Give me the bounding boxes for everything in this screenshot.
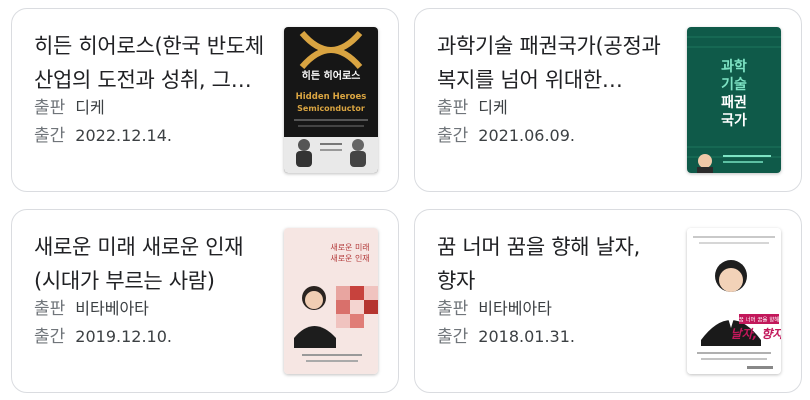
- book-publisher: 출판 디케: [437, 97, 508, 119]
- book-date: 출간 2022.12.14.: [34, 125, 172, 147]
- cover-title-4: 국가: [721, 113, 747, 129]
- book-date: 출간 2021.06.09.: [437, 125, 575, 147]
- cover-title-1: 새로운 미래: [330, 243, 369, 252]
- publisher-value: 디케: [478, 98, 508, 117]
- book-title[interactable]: 새로운 미래 새로운 인재(시대가 부르는 사람): [34, 230, 266, 298]
- date-label: 출간: [34, 327, 66, 347]
- cover-art: 꿈 너머 꿈을 향해 날자, 향자: [687, 228, 781, 374]
- cover-title: 날자, 향자: [731, 327, 781, 341]
- publisher-label: 출판: [34, 299, 66, 319]
- publisher-value: 디케: [75, 98, 105, 117]
- date-value: 2022.12.14.: [75, 126, 172, 145]
- book-publisher: 출판 비타베아타: [437, 298, 552, 320]
- cover-en-1: Hidden Heroes: [296, 92, 367, 102]
- book-publisher: 출판 비타베아타: [34, 298, 149, 320]
- cover-title-2: 새로운 인재: [330, 253, 369, 263]
- book-cover-image[interactable]: 꿈 너머 꿈을 향해 날자, 향자: [687, 228, 781, 374]
- book-card-new-future-new-talent[interactable]: 새로운 미래 새로운 인재(시대가 부르는 사람) 출판 비타베아타 출간 2019…: [11, 209, 399, 393]
- book-cover-image[interactable]: 히든 히어로스 Hidden Heroes Semiconductor: [284, 27, 378, 173]
- date-value: 2021.06.09.: [478, 126, 575, 145]
- date-label: 출간: [437, 327, 469, 347]
- date-value: 2019.12.10.: [75, 327, 172, 346]
- date-label: 출간: [437, 126, 469, 146]
- book-cover-image[interactable]: 새로운 미래 새로운 인재: [284, 228, 378, 374]
- book-publisher: 출판 디케: [34, 97, 105, 119]
- book-card-hidden-heroes[interactable]: 히든 히어로스(한국 반도체 산업의 도전과 성취, 그 위대한 여정) 출판 디…: [11, 8, 399, 192]
- cover-art: 과학 기술 패권 국가: [687, 27, 781, 173]
- book-title[interactable]: 과학기술 패권국가(공정과 복지를 넘어 위대한 대한민국으로): [437, 29, 669, 97]
- date-value: 2018.01.31.: [478, 327, 575, 346]
- book-card-fly-beyond-dream[interactable]: 꿈 너머 꿈을 향해 날자, 향자 출판 비타베아타 출간 2018.01.31. …: [414, 209, 802, 393]
- cover-title-2: 기술: [721, 77, 747, 93]
- cover-art: 히든 히어로스 Hidden Heroes Semiconductor: [284, 27, 378, 173]
- publisher-value: 비타베아타: [75, 299, 149, 318]
- cover-title-1: 과학: [721, 59, 747, 75]
- publisher-label: 출판: [437, 98, 469, 118]
- book-date: 출간 2019.12.10.: [34, 326, 172, 348]
- date-label: 출간: [34, 126, 66, 146]
- publisher-value: 비타베아타: [478, 299, 552, 318]
- cover-art: 새로운 미래 새로운 인재: [284, 228, 378, 374]
- cover-title: 히든 히어로스: [302, 69, 361, 82]
- cover-en-2: Semiconductor: [297, 104, 365, 113]
- publisher-label: 출판: [437, 299, 469, 319]
- book-date: 출간 2018.01.31.: [437, 326, 575, 348]
- book-title[interactable]: 꿈 너머 꿈을 향해 날자, 향자: [437, 230, 669, 298]
- book-title[interactable]: 히든 히어로스(한국 반도체 산업의 도전과 성취, 그 위대한 여정): [34, 29, 266, 97]
- cover-subtitle: 꿈 너머 꿈을 향해: [739, 316, 780, 324]
- publisher-label: 출판: [34, 98, 66, 118]
- cover-title-3: 패권: [721, 95, 747, 111]
- book-card-science-tech-hegemony[interactable]: 과학기술 패권국가(공정과 복지를 넘어 위대한 대한민국으로) 출판 디케 출간…: [414, 8, 802, 192]
- book-cover-image[interactable]: 과학 기술 패권 국가: [687, 27, 781, 173]
